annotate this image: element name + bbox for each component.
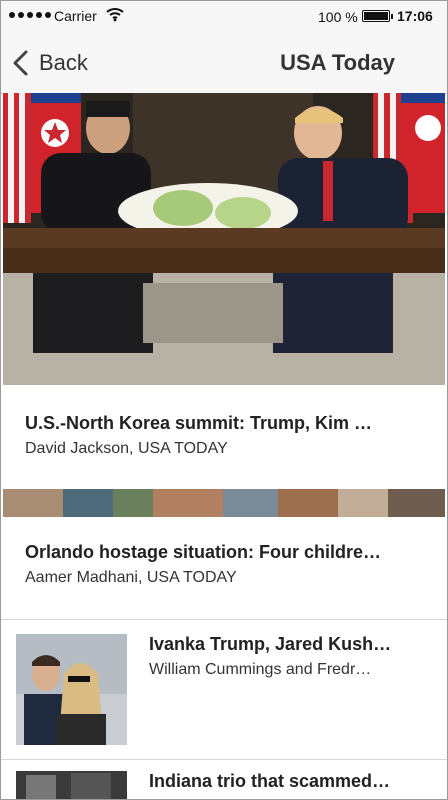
article-item[interactable]: Ivanka Trump, Jared Kush… William Cummin… <box>149 634 417 679</box>
article-item[interactable]: U.S.-North Korea summit: Trump, Kim … Da… <box>25 413 417 458</box>
article-item[interactable]: Orlando hostage situation: Four childre…… <box>25 542 417 587</box>
wifi-icon <box>106 8 124 22</box>
article-item[interactable]: Indiana trio that scammed… <box>149 771 417 792</box>
article-headline: Ivanka Trump, Jared Kush… <box>149 634 392 654</box>
article-image[interactable] <box>3 489 445 517</box>
article-byline: David Jackson, USA TODAY <box>25 440 228 457</box>
app-screen: Carrier 100 % 17:06 Back USA Today U.S.-… <box>0 0 448 800</box>
divider <box>1 619 447 620</box>
battery-percent: 100 % <box>318 9 358 25</box>
back-button[interactable]: Back <box>11 45 88 81</box>
battery-icon <box>362 10 393 22</box>
carrier-label: Carrier <box>54 8 97 24</box>
article-byline: William Cummings and Fredr… <box>149 661 372 678</box>
chevron-left-icon <box>13 50 28 76</box>
article-headline: U.S.-North Korea summit: Trump, Kim … <box>25 413 373 433</box>
status-bar: Carrier 100 % 17:06 <box>1 1 447 31</box>
article-thumbnail[interactable] <box>16 634 127 745</box>
article-headline: Indiana trio that scammed… <box>149 771 391 791</box>
hero-image[interactable] <box>3 93 445 385</box>
signal-strength-icon <box>9 12 51 18</box>
page-title: USA Today <box>280 50 395 75</box>
status-time: 17:06 <box>397 8 433 24</box>
article-headline: Orlando hostage situation: Four childre… <box>25 542 382 562</box>
article-thumbnail[interactable] <box>16 771 127 799</box>
back-label: Back <box>39 50 88 75</box>
article-byline: Aamer Madhani, USA TODAY <box>25 569 237 586</box>
divider <box>1 759 447 760</box>
navigation-bar: Back USA Today <box>1 31 447 94</box>
